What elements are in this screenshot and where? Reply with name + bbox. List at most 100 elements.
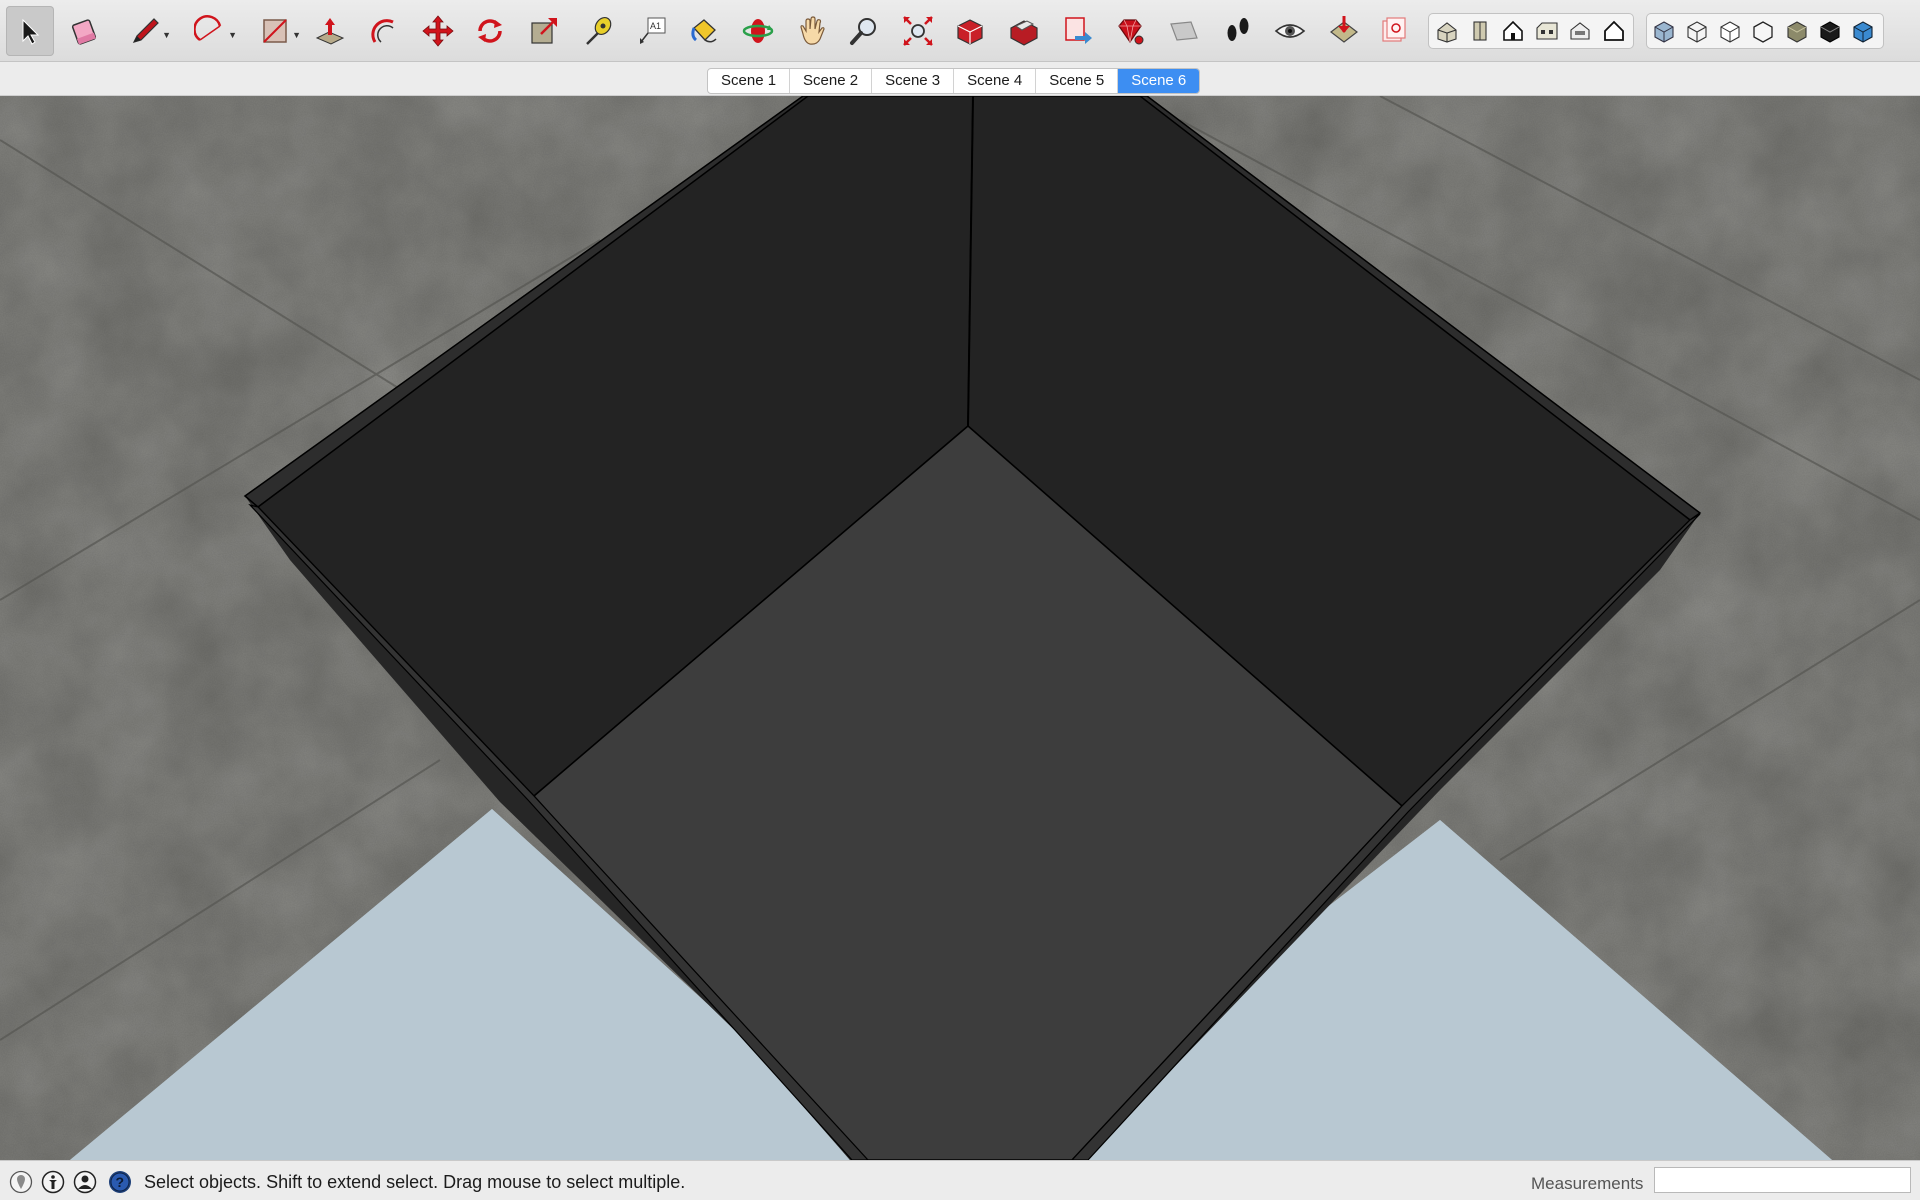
scale-icon <box>531 18 557 44</box>
tab-scene-2[interactable]: Scene 2 <box>790 69 873 93</box>
eraser-tool-button[interactable] <box>60 6 108 56</box>
zoom-extents-tool-button[interactable] <box>894 6 942 56</box>
arrow-cursor-icon <box>22 18 40 45</box>
section-plane-tool-button[interactable] <box>1160 6 1208 56</box>
footprints-icon <box>1227 18 1249 41</box>
model-viewport[interactable] <box>0 96 1920 1160</box>
pan-tool-button[interactable] <box>788 6 836 56</box>
tab-scene-1[interactable]: Scene 1 <box>708 69 791 93</box>
extension-manager-tool-button[interactable] <box>1106 6 1154 56</box>
magnifier-icon <box>850 18 876 45</box>
look-around-tool-button[interactable] <box>1266 6 1314 56</box>
extension-warehouse-icon <box>1010 20 1038 46</box>
svg-text:?: ? <box>116 1174 125 1190</box>
shaded-style-button[interactable] <box>1747 15 1779 47</box>
walk-tool-button[interactable] <box>1214 6 1262 56</box>
xray-cube-icon <box>1654 21 1674 43</box>
wireframe-cube-icon <box>1687 21 1707 43</box>
chevron-down-icon: ▼ <box>162 30 171 40</box>
white-cube-icon <box>1753 21 1773 43</box>
send-to-layout-tool-button[interactable] <box>1054 6 1102 56</box>
chevron-down-icon: ▼ <box>228 30 237 40</box>
tab-scene-5[interactable]: Scene 5 <box>1036 69 1119 93</box>
line-tool-button[interactable]: ▼ <box>118 6 172 56</box>
rotate-icon <box>478 19 502 43</box>
orbit-tool-button[interactable] <box>734 6 782 56</box>
shapes-tool-button[interactable]: ▼ <box>248 6 302 56</box>
svg-text:A1: A1 <box>650 21 661 31</box>
arc-icon <box>194 15 222 42</box>
credits-button[interactable] <box>41 1170 65 1194</box>
shaded-textures-style-button[interactable] <box>1781 15 1813 47</box>
monochrome-style-button[interactable] <box>1814 15 1846 47</box>
right-house-icon <box>1536 22 1558 40</box>
hidden-line-style-button[interactable] <box>1714 15 1746 47</box>
text-tool-button[interactable]: A1 <box>628 6 676 56</box>
top-view-icon <box>1473 21 1487 41</box>
back-house-icon <box>1570 22 1590 40</box>
iso-view-button[interactable] <box>1431 15 1463 47</box>
xray-style-button[interactable] <box>1648 15 1680 47</box>
arc-tool-button[interactable]: ▼ <box>184 6 238 56</box>
select-tool-button[interactable] <box>6 6 54 56</box>
account-icon <box>73 1170 97 1194</box>
left-house-icon <box>1604 20 1624 41</box>
back-view-button[interactable] <box>1564 15 1596 47</box>
status-bar: ? Select objects. Shift to extend select… <box>0 1160 1920 1200</box>
eye-icon <box>1274 24 1306 38</box>
rectangle-icon <box>263 19 287 43</box>
help-button[interactable]: ? <box>108 1170 132 1194</box>
measurements-input[interactable] <box>1654 1167 1911 1193</box>
move-tool-button[interactable] <box>414 6 462 56</box>
back-edges-style-button[interactable] <box>1847 15 1879 47</box>
blue-cube-icon <box>1853 21 1873 43</box>
extension-warehouse-tool-button[interactable] <box>1000 6 1048 56</box>
zoom-tool-button[interactable] <box>840 6 888 56</box>
left-view-button[interactable] <box>1598 15 1630 47</box>
model-canvas[interactable] <box>0 96 1920 1160</box>
tab-scene-3[interactable]: Scene 3 <box>872 69 955 93</box>
right-view-button[interactable] <box>1531 15 1563 47</box>
status-message: Select objects. Shift to extend select. … <box>144 1172 686 1192</box>
scale-tool-button[interactable] <box>520 6 568 56</box>
chevron-down-icon: ▼ <box>292 30 301 40</box>
help-icon: ? <box>109 1171 131 1193</box>
ruby-gem-icon <box>1118 19 1144 45</box>
add-location-tool-button[interactable] <box>1370 6 1418 56</box>
rotate-tool-button[interactable] <box>466 6 514 56</box>
scene-tab-bar: Scene 1 Scene 2 Scene 3 Scene 4 Scene 5 … <box>0 62 1920 96</box>
orbit-icon <box>742 19 774 43</box>
position-camera-tool-button[interactable] <box>1320 6 1368 56</box>
tape-measure-tool-button[interactable] <box>574 6 622 56</box>
push-pull-icon <box>315 18 345 45</box>
textured-cube-icon <box>1787 21 1807 43</box>
text-label-icon: A1 <box>640 17 666 44</box>
send-to-layout-icon <box>1065 17 1092 44</box>
geolocation-button[interactable] <box>9 1170 33 1194</box>
measurements-label: Measurements <box>1531 1174 1644 1193</box>
move-icon <box>422 15 454 47</box>
hidden-line-cube-icon <box>1720 21 1740 43</box>
black-cube-icon <box>1820 21 1840 43</box>
tab-scene-4[interactable]: Scene 4 <box>954 69 1037 93</box>
top-view-button[interactable] <box>1464 15 1496 47</box>
tab-scene-6[interactable]: Scene 6 <box>1118 69 1200 93</box>
push-pull-tool-button[interactable] <box>306 6 354 56</box>
front-house-icon <box>1503 20 1523 41</box>
3d-warehouse-tool-button[interactable] <box>946 6 994 56</box>
paint-bucket-icon <box>691 19 717 43</box>
offset-tool-button[interactable] <box>360 6 408 56</box>
3d-warehouse-icon <box>957 19 983 45</box>
eraser-icon <box>71 19 97 45</box>
scene-tabs: Scene 1 Scene 2 Scene 3 Scene 4 Scene 5 … <box>707 68 1201 94</box>
hand-icon <box>800 16 825 45</box>
front-view-button[interactable] <box>1497 15 1529 47</box>
location-icon <box>1382 17 1406 42</box>
paint-bucket-tool-button[interactable] <box>680 6 728 56</box>
position-camera-icon <box>1330 16 1358 43</box>
wireframe-style-button[interactable] <box>1681 15 1713 47</box>
main-toolbar: ▼ ▼ ▼ A1 <box>0 0 1920 62</box>
section-plane-icon <box>1170 21 1198 41</box>
account-button[interactable] <box>73 1170 97 1194</box>
tape-measure-icon <box>586 17 612 45</box>
